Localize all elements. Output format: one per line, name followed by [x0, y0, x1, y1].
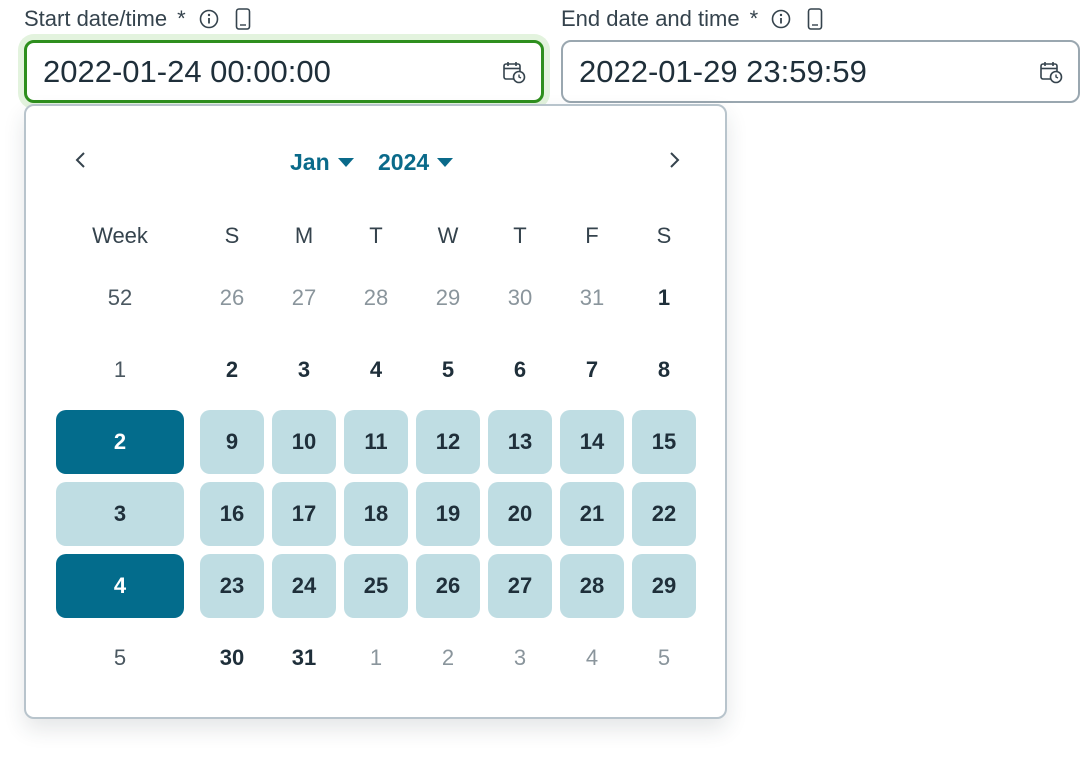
calendar-day[interactable]: 31 — [560, 266, 624, 330]
next-month-button[interactable] — [654, 142, 694, 182]
month-select-value: Jan — [290, 148, 330, 175]
calendar-day[interactable]: 13 — [488, 410, 552, 474]
calendar-day[interactable]: 19 — [416, 482, 480, 546]
calendar-day[interactable]: 29 — [416, 266, 480, 330]
calendar-header-row: Week S M T W T F S — [26, 204, 725, 268]
calendar-day[interactable]: 31 — [272, 626, 336, 690]
required-marker: * — [749, 6, 759, 31]
calendar-day[interactable]: 4 — [560, 626, 624, 690]
end-datetime-label: End date and time — [561, 6, 740, 31]
calendar-week-row: 5 30 31 1 2 3 4 5 — [26, 626, 725, 690]
calendar-day[interactable]: 15 — [632, 410, 696, 474]
calendar-day[interactable]: 27 — [272, 266, 336, 330]
start-datetime-label: Start date/time — [24, 6, 168, 31]
calendar-day[interactable]: 23 — [200, 554, 264, 618]
chevron-right-icon — [667, 150, 681, 175]
calendar-day[interactable]: 11 — [344, 410, 408, 474]
weekday-header: S — [224, 223, 240, 248]
calendar-day[interactable]: 16 — [200, 482, 264, 546]
calendar-day[interactable]: 20 — [488, 482, 552, 546]
end-datetime-value: 2022-01-29 23:59:59 — [579, 53, 867, 89]
caret-down-icon — [337, 157, 354, 167]
weekday-header: F — [585, 223, 599, 248]
weekday-header: T — [513, 223, 527, 248]
calendar-day[interactable]: 5 — [416, 338, 480, 402]
month-select[interactable]: Jan — [290, 144, 354, 180]
week-number-button[interactable]: 52 — [56, 266, 184, 330]
week-number-button[interactable]: 5 — [56, 626, 184, 690]
calendar-day[interactable]: 3 — [272, 338, 336, 402]
info-circle-icon[interactable] — [770, 8, 792, 30]
calendar-day[interactable]: 28 — [560, 554, 624, 618]
weekday-header: S — [656, 223, 672, 248]
start-datetime-label-row: Start date/time * — [24, 0, 544, 38]
calendar-week-row: 52 26 27 28 29 30 31 1 — [26, 266, 725, 330]
start-datetime-input[interactable]: 2022-01-24 00:00:00 — [24, 40, 544, 103]
mobile-device-icon[interactable] — [804, 8, 826, 30]
week-number-button[interactable]: 1 — [56, 338, 184, 402]
calendar-clock-icon[interactable] — [501, 59, 527, 85]
calendar-day[interactable]: 26 — [416, 554, 480, 618]
calendar-week-row: 4 23 24 25 26 27 28 29 — [26, 554, 725, 618]
end-datetime-label-row: End date and time * — [561, 0, 1080, 38]
calendar-day[interactable]: 21 — [560, 482, 624, 546]
calendar-day[interactable]: 10 — [272, 410, 336, 474]
weekday-header: W — [437, 223, 459, 248]
calendar-day[interactable]: 8 — [632, 338, 696, 402]
calendar-day[interactable]: 2 — [416, 626, 480, 690]
weekday-header: M — [294, 223, 314, 248]
calendar-clock-icon[interactable] — [1038, 59, 1064, 85]
year-select-value: 2024 — [378, 148, 430, 175]
weekday-header: T — [369, 223, 383, 248]
calendar-day[interactable]: 27 — [488, 554, 552, 618]
week-number-button[interactable]: 4 — [56, 554, 184, 618]
start-datetime-value: 2022-01-24 00:00:00 — [43, 53, 331, 89]
calendar-day[interactable]: 30 — [200, 626, 264, 690]
week-column-header: Week — [92, 223, 148, 248]
calendar-day[interactable]: 17 — [272, 482, 336, 546]
required-marker: * — [177, 6, 186, 31]
calendar-day[interactable]: 29 — [632, 554, 696, 618]
calendar-day[interactable]: 24 — [272, 554, 336, 618]
calendar-week-row: 3 16 17 18 19 20 21 22 — [26, 482, 725, 546]
calendar-day[interactable]: 1 — [344, 626, 408, 690]
year-select[interactable]: 2024 — [378, 144, 454, 180]
end-datetime-field: End date and time * 2022-01-29 23:59:59 — [561, 0, 1080, 103]
start-datetime-field: Start date/time * 2022-01-24 00:00:00 — [24, 0, 544, 103]
calendar-week-row: 12345678 — [26, 338, 725, 402]
calendar-day[interactable]: 28 — [344, 266, 408, 330]
calendar-day[interactable]: 5 — [632, 626, 696, 690]
calendar-day[interactable]: 30 — [488, 266, 552, 330]
end-datetime-input[interactable]: 2022-01-29 23:59:59 — [561, 40, 1080, 103]
calendar-week-row: 2 9 10 11 12 13 14 15 — [26, 410, 725, 474]
caret-down-icon — [437, 157, 454, 167]
week-number-button[interactable]: 2 — [56, 410, 184, 474]
calendar-day[interactable]: 7 — [560, 338, 624, 402]
calendar-popup: Jan 2024 Week S M T W T F S 52 26 27 28 29 30… — [24, 104, 727, 719]
calendar-day[interactable]: 2 — [200, 338, 264, 402]
chevron-left-icon — [74, 150, 88, 175]
calendar-day[interactable]: 6 — [488, 338, 552, 402]
calendar-day[interactable]: 18 — [344, 482, 408, 546]
info-circle-icon[interactable] — [198, 8, 220, 30]
previous-month-button[interactable] — [61, 142, 101, 182]
calendar-day[interactable]: 3 — [488, 626, 552, 690]
calendar-day[interactable]: 14 — [560, 410, 624, 474]
calendar-day[interactable]: 1 — [632, 266, 696, 330]
calendar-day[interactable]: 22 — [632, 482, 696, 546]
calendar-day[interactable]: 25 — [344, 554, 408, 618]
calendar-day[interactable]: 4 — [344, 338, 408, 402]
week-number-button[interactable]: 3 — [56, 482, 184, 546]
mobile-device-icon[interactable] — [232, 8, 254, 30]
calendar-day[interactable]: 26 — [200, 266, 264, 330]
calendar-day[interactable]: 9 — [200, 410, 264, 474]
calendar-day[interactable]: 12 — [416, 410, 480, 474]
